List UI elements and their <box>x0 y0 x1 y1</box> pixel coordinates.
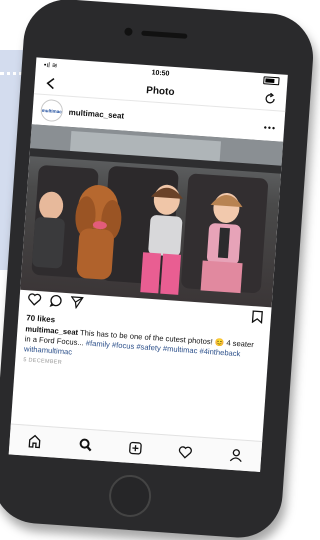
profile-icon[interactable] <box>225 445 246 466</box>
status-time: 10:50 <box>151 68 170 78</box>
battery-icon <box>263 76 280 86</box>
activity-heart-icon[interactable] <box>175 441 196 462</box>
home-icon[interactable] <box>24 431 45 452</box>
earpiece-speaker <box>141 30 188 39</box>
post-photo[interactable] <box>20 124 284 308</box>
bottom-tab-bar <box>8 423 263 472</box>
phone-frame: •ıl ≋ 10:50 Photo multimac multimac_seat… <box>0 0 316 540</box>
bookmark-icon[interactable] <box>251 310 263 329</box>
phone-screen: •ıl ≋ 10:50 Photo multimac multimac_seat… <box>8 57 288 472</box>
post-username[interactable]: multimac_seat <box>68 107 124 120</box>
search-icon[interactable] <box>74 434 95 455</box>
home-button[interactable] <box>107 473 153 519</box>
more-options-icon[interactable]: ••• <box>263 122 276 133</box>
back-arrow-icon[interactable] <box>42 75 59 92</box>
photo-illustration <box>29 124 284 295</box>
avatar-text: multimac <box>41 107 63 114</box>
refresh-icon[interactable] <box>262 90 279 107</box>
comment-icon[interactable] <box>49 294 63 313</box>
heart-icon[interactable] <box>27 292 42 311</box>
share-icon[interactable] <box>70 295 84 314</box>
signal-icon: •ıl ≋ <box>43 61 58 70</box>
new-post-icon[interactable] <box>125 438 146 459</box>
front-camera <box>124 27 133 36</box>
page-title: Photo <box>145 84 175 98</box>
avatar[interactable]: multimac <box>40 98 64 123</box>
